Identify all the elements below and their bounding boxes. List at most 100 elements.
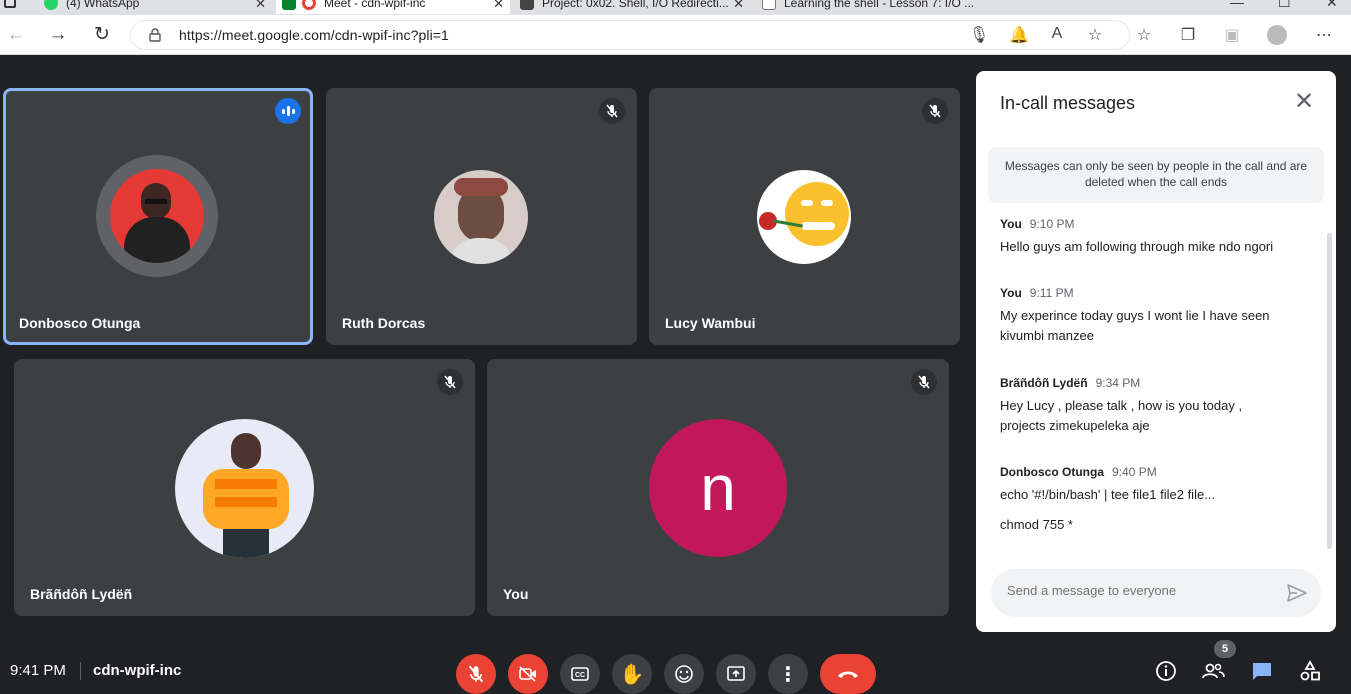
message-body: Hey Lucy , please talk , how is you toda…: [1000, 398, 1243, 433]
participant-tile[interactable]: Ruth Dorcas: [326, 88, 637, 345]
hang-up-icon: [838, 671, 858, 678]
people-icon: [1202, 663, 1225, 679]
close-tab-icon[interactable]: ✕: [255, 0, 266, 12]
avatar: [175, 419, 314, 558]
participant-count-badge: 5: [1214, 640, 1236, 658]
message-body: Hello guys am following through mike ndo…: [1000, 239, 1274, 254]
leave-call-button[interactable]: [820, 654, 876, 694]
participant-name: Donbosco Otunga: [19, 315, 141, 331]
chat-message: Brãñdôñ Lydëñ 9:34 PM Hey Lucy , please t…: [1000, 374, 1310, 436]
extensions-icon[interactable]: ▣: [1221, 25, 1243, 45]
tab-whatsapp[interactable]: (4) WhatsApp ✕: [38, 0, 272, 14]
people-button[interactable]: [1200, 658, 1226, 684]
message-body: My experince today guys I wont lie I hav…: [1000, 308, 1270, 343]
participant-name: Brãñdôñ Lydëñ: [30, 586, 133, 602]
in-call-messages-panel: In-call messages ✕ Messages can only be …: [976, 71, 1336, 632]
lock-icon: [149, 28, 161, 42]
avatar: [96, 155, 218, 277]
chat-message: You 9:11 PM My experince today guys I won…: [1000, 284, 1310, 346]
activities-icon: [1300, 660, 1320, 681]
browser-tab-strip: (4) WhatsApp ✕ Meet - cdn-wpif-inc ✕ Pro…: [0, 0, 1351, 15]
message-composer: [991, 569, 1321, 617]
panel-title: In-call messages: [1000, 93, 1136, 113]
url-text: https://meet.google.com/cdn-wpif-inc?pli…: [179, 27, 449, 43]
back-icon[interactable]: ←: [4, 23, 28, 47]
whatsapp-icon: [44, 0, 58, 10]
tab-learning-shell[interactable]: Learning the shell - Lesson 7: I/O ...: [756, 0, 986, 14]
collections-icon[interactable]: ❐: [1177, 25, 1199, 45]
close-window-icon[interactable]: ✕: [1326, 0, 1338, 11]
participant-tile[interactable]: Brãñdôñ Lydëñ: [14, 359, 475, 616]
activities-button[interactable]: [1297, 658, 1323, 684]
captions-button[interactable]: CC: [560, 654, 600, 694]
google-meet-icon: [282, 0, 296, 10]
close-tab-icon[interactable]: ✕: [493, 0, 504, 12]
svg-text:CC: CC: [575, 672, 585, 679]
mic-muted-icon: [437, 369, 463, 395]
chat-icon: [1253, 663, 1271, 680]
add-favorite-icon[interactable]: ☆: [1084, 25, 1106, 45]
chat-scrollbar[interactable]: [1327, 233, 1332, 549]
meeting-controls-bar: 9:41 PM cdn-wpif-inc CC ✋ ⋮ 5: [0, 640, 1351, 694]
meeting-clock: 9:41 PM: [10, 662, 66, 679]
tab-project[interactable]: Project: 0x02. Shell, I/O Redirecti... ✕: [514, 0, 750, 14]
camera-toggle-button[interactable]: [508, 654, 548, 694]
message-input[interactable]: [1007, 583, 1267, 598]
chat-button[interactable]: [1249, 658, 1275, 684]
mic-toggle-button[interactable]: [456, 654, 496, 694]
present-screen-button[interactable]: [716, 654, 756, 694]
reactions-button[interactable]: [664, 654, 704, 694]
meeting-details-button[interactable]: [1153, 658, 1179, 684]
tab-label: Project: 0x02. Shell, I/O Redirecti...: [542, 0, 729, 10]
close-tab-icon[interactable]: ✕: [733, 0, 744, 12]
avatar-initial: n: [700, 452, 736, 524]
tab-meet[interactable]: Meet - cdn-wpif-inc ✕: [276, 0, 510, 14]
browser-toolbar: ← → ↻ https://meet.google.com/cdn-wpif-i…: [0, 15, 1351, 55]
favorites-icon[interactable]: ☆: [1133, 25, 1155, 45]
avatar: [434, 170, 528, 264]
minimize-icon[interactable]: —: [1230, 0, 1244, 10]
tab-actions-icon[interactable]: [4, 0, 16, 8]
message-time: 9:34 PM: [1095, 376, 1141, 390]
self-tile[interactable]: n You: [487, 359, 949, 616]
message-sender: You: [1000, 286, 1022, 300]
participant-name: You: [503, 586, 529, 602]
send-icon[interactable]: [1285, 581, 1309, 605]
site-icon: [520, 0, 534, 10]
chat-notice: Messages can only be seen by people in t…: [988, 147, 1324, 203]
participant-tile[interactable]: Lucy Wambui: [649, 88, 960, 345]
participant-name: Ruth Dorcas: [342, 315, 426, 331]
mic-muted-icon: [599, 98, 625, 124]
forward-icon[interactable]: →: [46, 23, 70, 47]
separator: [80, 662, 81, 680]
mic-muted-icon: [911, 369, 937, 395]
more-options-icon[interactable]: ⋯: [1313, 25, 1335, 45]
emoji-icon: [675, 665, 693, 683]
info-icon: [1156, 661, 1176, 681]
chat-message: You 9:10 PM Hello guys am following throu…: [1000, 215, 1310, 257]
participant-tile[interactable]: Donbosco Otunga: [3, 88, 313, 345]
notification-blocked-icon[interactable]: 🔔: [1008, 25, 1030, 45]
recording-icon: [302, 0, 316, 10]
emoji-avatar: [757, 170, 851, 264]
message-body: echo '#!/bin/bash' | tee file1 file2 fil…: [1000, 487, 1216, 502]
read-aloud-icon[interactable]: A: [1046, 25, 1068, 43]
meeting-code: cdn-wpif-inc: [93, 662, 182, 679]
participant-name: Lucy Wambui: [665, 315, 756, 331]
mic-off-icon: [468, 665, 484, 683]
more-options-button[interactable]: ⋮: [768, 654, 808, 694]
close-icon[interactable]: ✕: [1292, 90, 1316, 115]
message-sender: You: [1000, 217, 1022, 231]
more-vert-icon: ⋮: [778, 663, 798, 686]
profile-icon[interactable]: [1266, 25, 1288, 50]
message-time: 9:11 PM: [1029, 286, 1074, 300]
initial-avatar: n: [649, 419, 787, 557]
speaking-indicator-icon: [275, 98, 301, 124]
camera-off-icon: [519, 666, 536, 682]
captions-icon: CC: [571, 667, 589, 681]
raise-hand-button[interactable]: ✋: [612, 654, 652, 694]
maximize-icon[interactable]: ☐: [1278, 0, 1291, 11]
reload-icon[interactable]: ↻: [90, 23, 114, 47]
tab-label: (4) WhatsApp: [66, 0, 140, 10]
microphone-icon[interactable]: 🎙: [968, 25, 990, 45]
